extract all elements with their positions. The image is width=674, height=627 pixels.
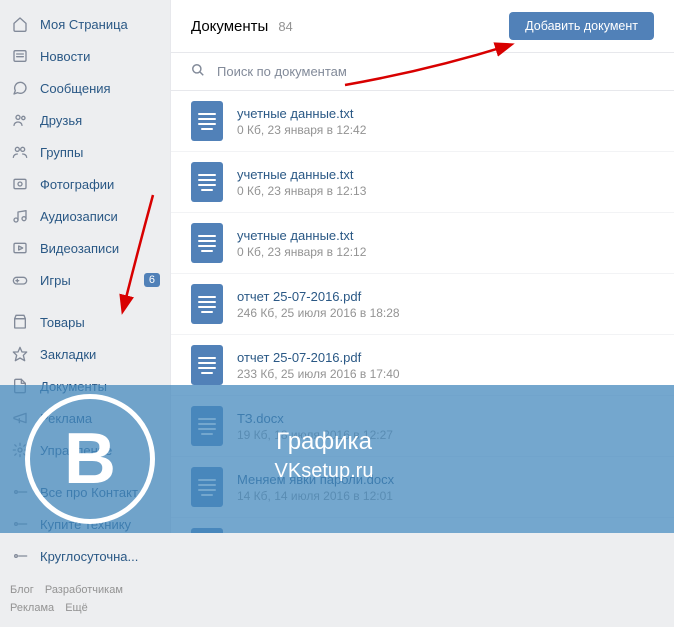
manage-icon: [10, 440, 30, 460]
document-name: Меняем явки пароли.docx: [237, 472, 654, 487]
document-row[interactable]: отчет 25-07-2016.pdf 233 Кб, 25 июля 2016…: [171, 335, 674, 396]
document-meta: 0 Кб, 23 января в 12:42: [237, 123, 654, 137]
search-input[interactable]: [217, 64, 654, 79]
sidebar-item-label: Товары: [40, 315, 160, 330]
sidebar-item-video[interactable]: Видеозаписи: [0, 232, 170, 264]
link-icon: [10, 546, 30, 566]
document-meta: 246 Кб, 25 июля 2016 в 18:28: [237, 306, 654, 320]
document-name: учетные данные.txt: [237, 167, 654, 182]
sidebar-item-label: Все про Контакт: [40, 485, 160, 500]
games-icon: [10, 270, 30, 290]
sidebar-item-manage[interactable]: Управление: [0, 434, 170, 466]
sidebar-item-messages[interactable]: Сообщения: [0, 72, 170, 104]
sidebar-item-photos[interactable]: Фотографии: [0, 168, 170, 200]
link-icon: [10, 482, 30, 502]
sidebar-item-label: Документы: [40, 379, 160, 394]
add-document-button[interactable]: Добавить документ: [509, 12, 654, 40]
document-row[interactable]: ТЗ.docx 19 Кб, 18 июля 2016 в 12:27: [171, 396, 674, 457]
document-meta: 233 Кб, 25 июля 2016 в 17:40: [237, 367, 654, 381]
document-row[interactable]: учетные данные.txt 0 Кб, 23 января в 12:1…: [171, 152, 674, 213]
sidebar-item-label: Управление: [40, 443, 160, 458]
footer-links: Блог Разработчикам Реклама Ещё: [0, 572, 170, 627]
sidebar-item-label: Новости: [40, 49, 160, 64]
document-name: учетные данные.txt: [237, 106, 654, 121]
sidebar-item-ads[interactable]: Реклама: [0, 402, 170, 434]
sidebar-item-label: Игры: [40, 273, 144, 288]
sidebar-item-label: Моя Страница: [40, 17, 160, 32]
document-icon: [191, 406, 223, 446]
sidebar-item-games[interactable]: Игры6: [0, 264, 170, 296]
document-name: учетные данные.txt: [237, 228, 654, 243]
document-row[interactable]: Коммерческое предложение (тест).pdf: [171, 518, 674, 533]
footer-link[interactable]: Реклама: [10, 602, 54, 614]
document-icon: [191, 345, 223, 385]
friends-icon: [10, 110, 30, 130]
footer-link[interactable]: Блог: [10, 584, 34, 596]
sidebar-item-label: Сообщения: [40, 81, 160, 96]
document-name: отчет 25-07-2016.pdf: [237, 350, 654, 365]
audio-icon: [10, 206, 30, 226]
sidebar-item-link[interactable]: Купите технику: [0, 508, 170, 540]
document-row[interactable]: Меняем явки пароли.docx 14 Кб, 14 июля 20…: [171, 457, 674, 518]
sidebar-item-bookmarks[interactable]: Закладки: [0, 338, 170, 370]
sidebar-item-label: Круглосуточна...: [40, 549, 160, 564]
document-icon: [191, 284, 223, 324]
document-name: отчет 25-07-2016.pdf: [237, 289, 654, 304]
search-icon: [191, 63, 205, 80]
footer-link[interactable]: Разработчикам: [45, 584, 123, 596]
bookmarks-icon: [10, 344, 30, 364]
link-icon: [10, 514, 30, 534]
video-icon: [10, 238, 30, 258]
document-list: учетные данные.txt 0 Кб, 23 января в 12:4…: [171, 91, 674, 533]
document-row[interactable]: учетные данные.txt 0 Кб, 23 января в 12:4…: [171, 91, 674, 152]
document-row[interactable]: учетные данные.txt 0 Кб, 23 января в 12:1…: [171, 213, 674, 274]
sidebar-item-link[interactable]: Все про Контакт: [0, 476, 170, 508]
market-icon: [10, 312, 30, 332]
sidebar-item-label: Аудиозаписи: [40, 209, 160, 224]
docs-icon: [10, 376, 30, 396]
main-panel: Документы 84 Добавить документ учетные д…: [170, 0, 674, 533]
sidebar-item-label: Друзья: [40, 113, 160, 128]
doc-count: 84: [278, 19, 292, 34]
sidebar-item-market[interactable]: Товары: [0, 306, 170, 338]
document-name: ТЗ.docx: [237, 411, 654, 426]
sidebar-item-label: Видеозаписи: [40, 241, 160, 256]
document-row[interactable]: отчет 25-07-2016.pdf 246 Кб, 25 июля 2016…: [171, 274, 674, 335]
messages-icon: [10, 78, 30, 98]
document-icon: [191, 101, 223, 141]
sidebar-item-label: Реклама: [40, 411, 160, 426]
sidebar-item-groups[interactable]: Группы: [0, 136, 170, 168]
sidebar-item-docs[interactable]: Документы: [0, 370, 170, 402]
sidebar-item-label: Группы: [40, 145, 160, 160]
document-icon: [191, 467, 223, 507]
sidebar-item-home[interactable]: Моя Страница: [0, 8, 170, 40]
sidebar-item-news[interactable]: Новости: [0, 40, 170, 72]
ads-icon: [10, 408, 30, 428]
search-bar: [171, 53, 674, 91]
header: Документы 84 Добавить документ: [171, 0, 674, 53]
sidebar: Моя Страница Новости Сообщения Друзья Группы…: [0, 0, 170, 533]
sidebar-item-label: Купите технику: [40, 517, 160, 532]
footer-link[interactable]: Ещё: [65, 602, 88, 614]
news-icon: [10, 46, 30, 66]
page-title: Документы: [191, 18, 268, 35]
sidebar-item-link[interactable]: Круглосуточна...: [0, 540, 170, 572]
document-icon: [191, 162, 223, 202]
document-meta: 0 Кб, 23 января в 12:12: [237, 245, 654, 259]
home-icon: [10, 14, 30, 34]
sidebar-item-label: Фотографии: [40, 177, 160, 192]
photos-icon: [10, 174, 30, 194]
document-icon: [191, 528, 223, 533]
document-meta: 0 Кб, 23 января в 12:13: [237, 184, 654, 198]
badge: 6: [144, 273, 160, 287]
sidebar-item-label: Закладки: [40, 347, 160, 362]
document-icon: [191, 223, 223, 263]
sidebar-item-friends[interactable]: Друзья: [0, 104, 170, 136]
groups-icon: [10, 142, 30, 162]
document-meta: 14 Кб, 14 июля 2016 в 12:01: [237, 489, 654, 503]
sidebar-item-audio[interactable]: Аудиозаписи: [0, 200, 170, 232]
document-meta: 19 Кб, 18 июля 2016 в 12:27: [237, 428, 654, 442]
